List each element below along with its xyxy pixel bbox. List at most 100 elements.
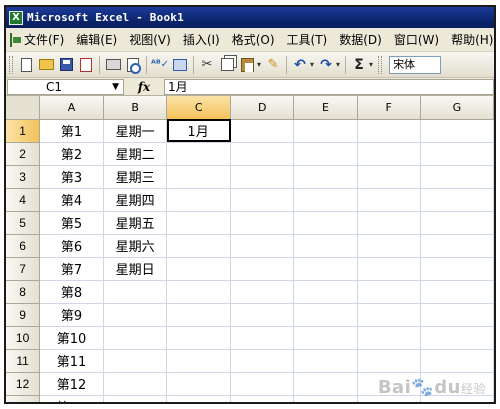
cell-d5[interactable] [230,211,295,235]
cell-g8[interactable] [420,280,494,304]
cell-c10[interactable] [166,326,232,350]
print-preview-icon[interactable] [124,56,142,74]
cell-g11[interactable] [420,349,494,373]
cell-g5[interactable] [420,211,494,235]
font-name-box[interactable]: 宋体 [389,55,442,74]
cell-f8[interactable] [357,280,421,304]
cell-c3[interactable] [166,165,232,189]
cell-c5[interactable] [166,211,232,235]
redo-dropdown-icon[interactable]: ▾ [336,60,340,69]
cell-e6[interactable] [293,234,358,258]
cell-g2[interactable] [420,142,494,166]
paste-dropdown-icon[interactable]: ▾ [257,60,261,69]
cell-d2[interactable] [230,142,295,166]
format-painter-icon[interactable]: ✎ [264,56,282,74]
column-header-f[interactable]: F [357,96,421,120]
cell-c1[interactable]: 1月 [166,119,232,143]
cell-d13[interactable] [230,395,295,402]
menu-window[interactable]: 窗口(W) [388,31,445,48]
cell-c13[interactable] [166,395,232,402]
row-header-5[interactable]: 5 [6,211,41,235]
cell-d8[interactable] [230,280,295,304]
cell-f3[interactable] [357,165,421,189]
row-header-1[interactable]: 1 [6,119,41,143]
cell-f2[interactable] [357,142,421,166]
cell-a3[interactable]: 第3 [39,165,104,189]
cell-d9[interactable] [230,303,295,327]
row-header-10[interactable]: 10 [6,326,41,350]
row-header-2[interactable]: 2 [6,142,41,166]
cell-g6[interactable] [420,234,494,258]
menu-file[interactable]: 文件(F) [18,31,70,48]
research-icon[interactable] [171,56,189,74]
cell-b13[interactable] [103,395,168,402]
column-header-e[interactable]: E [293,96,358,120]
cell-g10[interactable] [420,326,494,350]
cell-e3[interactable] [293,165,358,189]
menu-insert[interactable]: 插入(I) [177,31,226,48]
cell-a8[interactable]: 第8 [39,280,104,304]
cell-f10[interactable] [357,326,421,350]
cell-g1[interactable] [420,119,494,143]
row-header-4[interactable]: 4 [6,188,41,212]
cell-f4[interactable] [357,188,421,212]
cell-a1[interactable]: 第1 [39,119,104,143]
insert-function-icon[interactable]: fx [124,80,164,94]
menu-format[interactable]: 格式(O) [226,31,281,48]
cell-e12[interactable] [293,372,358,396]
cell-f5[interactable] [357,211,421,235]
cell-d10[interactable] [230,326,295,350]
excel-app-icon[interactable]: X [9,10,23,25]
cell-b1[interactable]: 星期一 [103,119,168,143]
cell-b4[interactable]: 星期四 [103,188,168,212]
cell-a11[interactable]: 第11 [39,349,104,373]
cell-a9[interactable]: 第9 [39,303,104,327]
menu-help[interactable]: 帮助(H) [445,31,494,48]
row-header-7[interactable]: 7 [6,257,41,281]
cell-b5[interactable]: 星期五 [103,211,168,235]
cell-e9[interactable] [293,303,358,327]
cell-d11[interactable] [230,349,295,373]
cell-d3[interactable] [230,165,295,189]
cell-b8[interactable] [103,280,168,304]
chevron-down-icon[interactable]: ▼ [112,80,119,94]
cell-e10[interactable] [293,326,358,350]
menu-tools[interactable]: 工具(T) [281,31,334,48]
new-icon[interactable] [17,56,35,74]
cell-c4[interactable] [166,188,232,212]
toolbar-grip[interactable] [9,55,13,74]
row-header-6[interactable]: 6 [6,234,41,258]
cell-a4[interactable]: 第4 [39,188,104,212]
cell-a13[interactable]: 第13 [39,395,104,402]
column-header-a[interactable]: A [39,96,104,120]
permission-icon[interactable] [77,56,95,74]
menu-edit[interactable]: 编辑(E) [70,31,123,48]
column-header-b[interactable]: B [103,96,168,120]
cell-f9[interactable] [357,303,421,327]
cell-g3[interactable] [420,165,494,189]
cell-a5[interactable]: 第5 [39,211,104,235]
cell-e8[interactable] [293,280,358,304]
column-header-c[interactable]: C [166,96,232,120]
save-icon[interactable] [57,56,75,74]
cell-b7[interactable]: 星期日 [103,257,168,281]
cell-c12[interactable] [166,372,232,396]
cell-d4[interactable] [230,188,295,212]
cell-f11[interactable] [357,349,421,373]
undo-dropdown-icon[interactable]: ▾ [310,60,314,69]
row-header-11[interactable]: 11 [6,349,41,373]
cell-c9[interactable] [166,303,232,327]
cell-a10[interactable]: 第10 [39,326,104,350]
formula-input[interactable]: 1月 [164,78,494,95]
row-header-13[interactable]: 13 [6,395,41,402]
spelling-icon[interactable]: ᴬᴮ✓ [151,56,169,74]
cell-e5[interactable] [293,211,358,235]
copy-icon[interactable] [218,56,236,74]
select-all-corner[interactable] [6,96,41,120]
autosum-dropdown-icon[interactable]: ▾ [369,60,373,69]
row-header-3[interactable]: 3 [6,165,41,189]
cell-a7[interactable]: 第7 [39,257,104,281]
cell-g9[interactable] [420,303,494,327]
menu-data[interactable]: 数据(D) [333,31,388,48]
cell-c2[interactable] [166,142,232,166]
